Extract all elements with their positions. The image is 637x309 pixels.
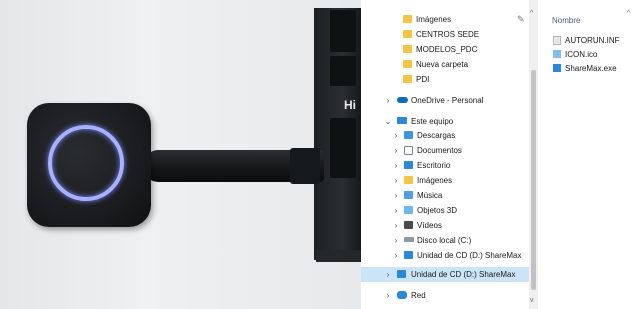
nav-item-escritorio[interactable]: › Escritorio [361, 158, 529, 173]
nav-item-disco-local[interactable]: › Disco local (C:) [361, 233, 529, 248]
nav-item-cd-drive-child[interactable]: › Unidad de CD (D:) ShareMax [361, 248, 529, 263]
chevron-right-icon[interactable]: › [384, 270, 392, 279]
cd-drive-icon [397, 270, 406, 278]
images-folder-icon [404, 176, 413, 184]
dongle-light-ring [48, 125, 124, 201]
nav-item-documentos[interactable]: › Documentos [361, 143, 529, 158]
chevron-right-icon[interactable]: › [384, 96, 392, 105]
chevron-right-icon[interactable]: › [392, 131, 400, 140]
sort-ascending-icon[interactable]: ^ [627, 10, 630, 17]
chevron-right-icon[interactable]: › [384, 291, 392, 300]
dongle-photo: Hi [0, 0, 361, 309]
folder-icon [403, 75, 412, 83]
file-name: AUTORUN.INF [565, 35, 620, 45]
nav-item-label: Nueva carpeta [416, 60, 469, 69]
nav-item-nueva-carpeta[interactable]: Nueva carpeta [361, 57, 529, 72]
desktop-folder-icon [404, 161, 413, 169]
cd-drive-icon [404, 251, 413, 259]
network-icon [397, 291, 407, 299]
nav-item-label: OneDrive - Personal [411, 96, 484, 105]
nav-item-label: Escritorio [417, 161, 451, 170]
videos-folder-icon [404, 221, 413, 229]
nav-item-descargas[interactable]: › Descargas [361, 128, 529, 143]
nav-item-centros-sede[interactable]: CENTROS SEDE [361, 27, 529, 42]
nav-item-pdi[interactable]: PDI [361, 72, 529, 87]
nav-item-label: Imágenes [417, 176, 453, 185]
chevron-down-icon[interactable]: ⌄ [384, 117, 392, 126]
chevron-right-icon[interactable]: › [392, 206, 400, 215]
nav-item-modelos-pdc[interactable]: MODELOS_PDC [361, 42, 529, 57]
laptop-base [316, 250, 361, 262]
nav-item-label: Objetos 3D [417, 206, 458, 215]
nav-item-musica[interactable]: › Música [361, 188, 529, 203]
nav-item-label: CENTROS SEDE [416, 30, 480, 39]
local-disk-icon [404, 237, 414, 242]
images-folder-icon [403, 15, 412, 23]
nav-scrollbar-thumb[interactable] [531, 70, 536, 290]
column-header-name[interactable]: Nombre [552, 16, 580, 25]
nav-item-label: Vídeos [417, 221, 442, 230]
file-name: ShareMax.exe [565, 63, 617, 73]
ico-file-icon [553, 50, 561, 58]
scroll-down-icon[interactable]: v [530, 297, 534, 304]
file-list-pane: ^ Nombre AUTORUN.INF ICON.ico ShareMax.e… [540, 0, 637, 309]
nav-item-label: Unidad de CD (D:) ShareMax [411, 270, 516, 279]
nav-item-label: Descargas [417, 131, 456, 140]
chevron-right-icon[interactable]: › [392, 191, 400, 200]
nav-item-label: PDI [416, 75, 430, 84]
nav-item-label: Documentos [417, 146, 462, 155]
nav-item-cd-drive-selected[interactable]: › Unidad de CD (D:) ShareMax [361, 267, 529, 282]
documents-folder-icon [404, 146, 413, 155]
nav-item-red[interactable]: › Red [361, 288, 529, 303]
dongle-usb-plug [290, 148, 320, 184]
chevron-right-icon[interactable]: › [392, 251, 400, 260]
laptop-key [330, 56, 356, 86]
chevron-right-icon[interactable]: › [392, 161, 400, 170]
nav-item-label: Este equipo [411, 117, 454, 126]
nav-item-este-equipo[interactable]: ⌄ Este equipo [361, 114, 529, 129]
laptop-key [330, 118, 356, 178]
inf-file-icon [553, 36, 561, 45]
nav-item-label: Imágenes [416, 15, 452, 24]
nav-item-label: Unidad de CD (D:) ShareMax [417, 251, 522, 260]
nav-item-label: Disco local (C:) [417, 236, 472, 245]
folder-icon [403, 30, 412, 38]
downloads-folder-icon [404, 131, 413, 139]
onedrive-cloud-icon [397, 97, 408, 103]
chevron-right-icon[interactable]: › [392, 236, 400, 245]
nav-item-objetos-3d[interactable]: › Objetos 3D [361, 203, 529, 218]
folder-icon [403, 60, 412, 68]
3d-objects-folder-icon [404, 206, 413, 214]
nav-item-label: Música [417, 191, 443, 200]
chevron-right-icon[interactable]: › [392, 146, 400, 155]
pin-icon[interactable]: ✎ [517, 14, 525, 25]
nav-item-videos[interactable]: › Vídeos [361, 218, 529, 233]
file-name: ICON.ico [565, 49, 598, 59]
nav-item-imagenes-quick[interactable]: Imágenes [361, 12, 529, 27]
nav-item-label: Red [411, 291, 426, 300]
exe-file-icon [553, 64, 561, 72]
nav-item-onedrive[interactable]: › OneDrive - Personal [361, 93, 529, 108]
laptop-key [330, 10, 356, 52]
scroll-up-icon[interactable]: ^ [530, 10, 533, 17]
chevron-right-icon[interactable]: › [392, 176, 400, 185]
chevron-right-icon[interactable]: › [392, 221, 400, 230]
laptop-badge-text: Hi [344, 98, 356, 112]
folder-icon [403, 45, 412, 53]
this-pc-icon [397, 117, 407, 124]
nav-item-imagenes[interactable]: › Imágenes [361, 173, 529, 188]
nav-item-label: MODELOS_PDC [416, 45, 478, 54]
navigation-pane: Imágenes ✎ CENTROS SEDE MODELOS_PDC Nuev… [361, 0, 540, 309]
music-folder-icon [404, 191, 413, 199]
